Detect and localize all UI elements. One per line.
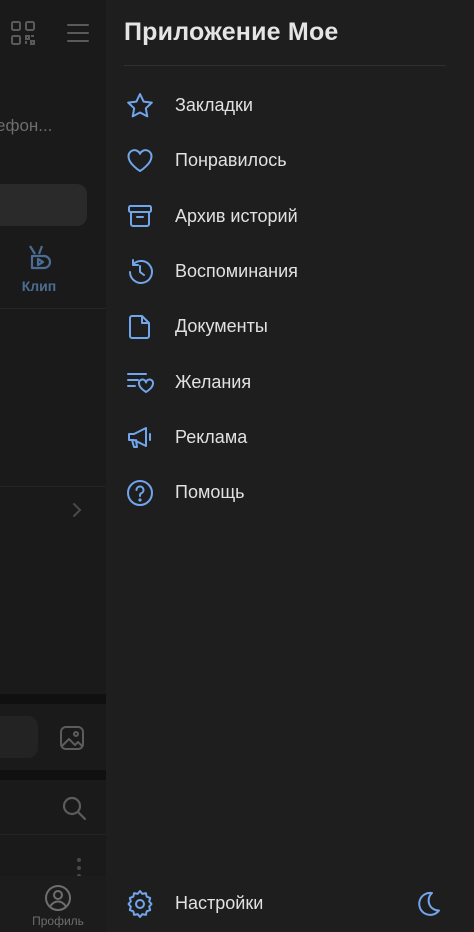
side-drawer: Приложение Мое Закладки Понравилось Архи… bbox=[106, 0, 474, 932]
gear-icon bbox=[124, 888, 156, 920]
document-icon bbox=[124, 311, 156, 343]
menu-item-label: Документы bbox=[175, 316, 268, 337]
menu-item-label: Архив историй bbox=[175, 205, 298, 226]
settings-label: Настройки bbox=[175, 893, 264, 913]
menu-item-label: Желания bbox=[175, 371, 252, 392]
search-icon[interactable] bbox=[60, 794, 88, 822]
menu-item-memories[interactable]: Воспоминания bbox=[106, 244, 474, 299]
history-icon bbox=[124, 256, 156, 288]
drawer-divider bbox=[124, 65, 446, 66]
divider bbox=[0, 308, 106, 309]
menu-item-label: Воспоминания bbox=[175, 261, 298, 282]
qr-code-icon[interactable] bbox=[10, 20, 36, 46]
menu-item-bookmarks[interactable]: Закладки bbox=[106, 78, 474, 133]
menu-item-label: Помощь bbox=[175, 482, 245, 503]
drawer-title: Приложение Мое bbox=[124, 18, 339, 46]
megaphone-icon bbox=[124, 421, 156, 453]
profile-tab-label[interactable]: Профиль bbox=[20, 914, 96, 928]
menu-item-stories-archive[interactable]: Архив историй bbox=[106, 189, 474, 244]
theme-toggle-button[interactable] bbox=[412, 888, 444, 920]
post-input[interactable] bbox=[0, 716, 38, 758]
settings-button[interactable]: Настройки bbox=[106, 876, 366, 932]
wishlist-icon bbox=[124, 366, 156, 398]
drawer-footer: Настройки bbox=[106, 876, 474, 932]
profile-tab-icon[interactable] bbox=[44, 884, 72, 912]
star-icon bbox=[124, 90, 156, 122]
menu-item-liked[interactable]: Понравилось bbox=[106, 133, 474, 188]
divider bbox=[0, 834, 106, 835]
moon-icon bbox=[418, 891, 440, 916]
menu-item-wishes[interactable]: Желания bbox=[106, 354, 474, 409]
clip-label: Клип bbox=[21, 278, 57, 294]
help-icon bbox=[124, 477, 156, 509]
archive-icon bbox=[124, 200, 156, 232]
menu-item-documents[interactable]: Документы bbox=[106, 299, 474, 354]
drawer-menu: Закладки Понравилось Архив историй Воспо… bbox=[106, 78, 474, 520]
menu-item-label: Закладки bbox=[175, 95, 253, 116]
menu-item-label: Реклама bbox=[175, 426, 248, 447]
clip-icon[interactable] bbox=[24, 242, 54, 274]
menu-item-help[interactable]: Помощь bbox=[106, 465, 474, 520]
background-button[interactable] bbox=[0, 184, 87, 226]
menu-item-label: Понравилось bbox=[175, 150, 287, 171]
section-separator bbox=[0, 770, 106, 780]
phone-placeholder-text: ефон... bbox=[0, 116, 53, 135]
chevron-right-icon[interactable] bbox=[70, 500, 84, 520]
menu-icon[interactable] bbox=[66, 22, 90, 44]
heart-icon bbox=[124, 145, 156, 177]
section-separator bbox=[0, 694, 106, 704]
image-icon[interactable] bbox=[58, 724, 86, 752]
menu-item-ads[interactable]: Реклама bbox=[106, 410, 474, 465]
divider bbox=[0, 486, 106, 487]
background-header bbox=[0, 0, 106, 68]
